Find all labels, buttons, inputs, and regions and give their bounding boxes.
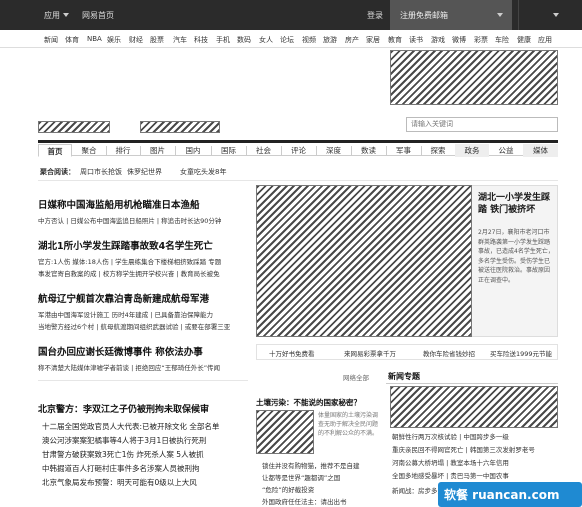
- mid-story-desc: 体量国家的土壤污染调查无助于解决全民问题的不利解公众的不满。: [318, 412, 379, 437]
- promo-link[interactable]: 买车险送1999元节能: [490, 348, 552, 358]
- channel-link[interactable]: 汽车: [173, 35, 187, 45]
- special-title[interactable]: 新闻专题: [388, 371, 420, 382]
- aggregate-link[interactable]: 周口市长抢饭: [80, 167, 122, 177]
- headline[interactable]: 湖北1所小学发生踩踏事故致4名学生死亡: [38, 238, 213, 252]
- feature-title[interactable]: 湖北一小学发生踩踏 铁门被挤坏: [478, 192, 554, 216]
- login-link[interactable]: 登录: [367, 10, 383, 21]
- headline-related[interactable]: 中方否认 | 日媒公布中国海监追日船照片 | 称追击时长达90分钟: [38, 215, 221, 225]
- channel-link[interactable]: 教育: [388, 35, 402, 45]
- tab-item[interactable]: 媒体: [523, 144, 558, 157]
- aggregate-link[interactable]: 女童吃头发8年: [180, 167, 226, 177]
- mid-story-link[interactable]: “危险”的好截投资: [262, 484, 314, 494]
- mid-story-link[interactable]: 外国政府任任法主：请出出书: [262, 496, 347, 506]
- special-link[interactable]: 重庆亲民回不得网官死亡 | 韩国第三次发射罗老号: [392, 444, 535, 454]
- news-link[interactable]: 澳公河涉案案犯橘事等4人将于3月1日被执行死刑: [42, 435, 206, 446]
- watermark: 软餐 ruancan.com: [438, 482, 582, 507]
- headline[interactable]: 航母辽宁舰首次靠泊青岛新建成航母军港: [38, 291, 209, 305]
- tab-home[interactable]: 首页: [38, 144, 72, 157]
- headline[interactable]: 北京警方：李双江之子仍被刑拘未取保候审: [38, 402, 209, 415]
- logo-image[interactable]: [140, 121, 220, 133]
- mid-story-link[interactable]: 锁住并没有购物猫，推荐不是自建: [262, 460, 360, 470]
- special-link[interactable]: 河南公募大桥坍塌 | 教室本场十六年信用: [392, 457, 509, 467]
- top-bar: 应用 网易首页 登录 注册免费邮箱: [0, 0, 582, 30]
- register-mail-button[interactable]: 注册免费邮箱: [390, 0, 512, 30]
- channel-link[interactable]: 家居: [366, 35, 380, 45]
- channel-link[interactable]: 新闻: [44, 35, 58, 45]
- special-link[interactable]: 全国多地感受暴坏 | 贵巴马第一中国农事: [392, 470, 509, 480]
- aggregate-link[interactable]: 侏罗纪世界: [127, 167, 162, 177]
- channel-link[interactable]: 股票: [150, 35, 164, 45]
- channel-link[interactable]: 旅游: [323, 35, 337, 45]
- aggregate-label: 聚合阅读：: [40, 168, 75, 176]
- channel-link[interactable]: 车险: [495, 35, 509, 45]
- chevron-down-icon[interactable]: [497, 13, 503, 17]
- headline-related[interactable]: 官方:1人伤 媒体:18人伤 | 学生晨练集合下楼梯相挤致踩踏 专题: [38, 256, 221, 266]
- promo-bar: 十万好书免费看 来网易彩票拿千万 教你车险省钱妙招 买车险送1999元节能: [256, 344, 558, 360]
- tab-item[interactable]: 国际: [211, 144, 246, 157]
- headline[interactable]: 国台办回应谢长廷微博事件 称依法办事: [38, 344, 203, 358]
- headline-related[interactable]: 军港由中国海军设计施工 历时4年建成 | 已具备靠泊保障能力: [38, 309, 213, 319]
- news-link[interactable]: 甘肃警方破获案致3死亡1伤 炸死杀人案 5人被抓: [42, 449, 204, 460]
- channel-link[interactable]: 数码: [237, 35, 251, 45]
- chevron-down-icon[interactable]: [553, 13, 559, 17]
- tab-item[interactable]: 数读: [351, 144, 386, 157]
- promo-link[interactable]: 十万好书免费看: [269, 348, 315, 358]
- tab-item[interactable]: 探索: [421, 144, 455, 157]
- channel-link[interactable]: 房产: [345, 35, 359, 45]
- chevron-down-icon[interactable]: [63, 13, 69, 17]
- tab-item[interactable]: 评论: [281, 144, 316, 157]
- channel-nav: 新闻 体育 NBA 娱乐 财经 股票 汽车 科技 手机 数码 女人 论坛 视频 …: [0, 30, 582, 48]
- news-link[interactable]: 十二届全国党政官员人大代表:已被开除文化 全部名单: [42, 421, 219, 432]
- mid-story-image[interactable]: [256, 410, 314, 454]
- channel-link[interactable]: 微博: [452, 35, 466, 45]
- special-link[interactable]: 新闻战：房步多乐: [392, 485, 444, 495]
- tab-item[interactable]: 公益: [489, 144, 523, 157]
- mid-story-link[interactable]: 让都等是世界“趣都调”之国: [262, 472, 340, 482]
- section-tabs: 首页 聚合 排行 图片 国内 国际 社会 评论 深度 数读 军事 探索 政务 公…: [38, 140, 558, 157]
- feature-image[interactable]: [256, 185, 472, 337]
- headline[interactable]: 日媒称中国海监船用机枪瞄准日本渔船: [38, 197, 200, 211]
- channel-link[interactable]: 游戏: [431, 35, 445, 45]
- tab-item[interactable]: 图片: [140, 144, 175, 157]
- home-link[interactable]: 网易首页: [82, 10, 114, 21]
- channel-link[interactable]: 手机: [216, 35, 230, 45]
- tab-item[interactable]: 社会: [246, 144, 281, 157]
- tab-item[interactable]: 政务: [455, 144, 489, 157]
- headline-related[interactable]: 当地警方经过6个村 | 航母航渡期间组织武器试验 | 或要在部署三亚: [38, 321, 230, 331]
- tab-item[interactable]: 国内: [175, 144, 211, 157]
- channel-link[interactable]: 女人: [259, 35, 273, 45]
- channel-link[interactable]: 彩票: [474, 35, 488, 45]
- channel-link[interactable]: 娱乐: [107, 35, 121, 45]
- news-link[interactable]: 中韩掘道百人打砸村庄事件多名涉案人员被刑拘: [42, 463, 200, 474]
- news-link[interactable]: 北京气象局发布预警：明天可能有0级以上大风: [42, 477, 197, 488]
- special-link[interactable]: 朝鲜性行两万次核试验 | 中国跨步多一级: [392, 431, 509, 441]
- channel-link[interactable]: 论坛: [280, 35, 294, 45]
- tab-item[interactable]: 聚合: [72, 144, 106, 157]
- channel-link[interactable]: 视频: [302, 35, 316, 45]
- channel-link[interactable]: 体育: [65, 35, 79, 45]
- channel-link[interactable]: 科技: [194, 35, 208, 45]
- special-image[interactable]: [390, 386, 558, 428]
- headline-related[interactable]: 事发官寄自救案的成 | 校方称学生拥开学校兴奋 | 教育局长被免: [38, 268, 220, 278]
- logo-image[interactable]: [38, 121, 110, 133]
- feature-panel: 湖北一小学发生踩踏 铁门被挤坏 2月27日，襄阳市老河口市群英路袭第一小学发生踩…: [472, 185, 558, 337]
- header-ad-image[interactable]: [390, 50, 558, 105]
- tab-item[interactable]: 排行: [106, 144, 140, 157]
- promo-link[interactable]: 教你车险省钱妙招: [423, 348, 475, 358]
- channel-link[interactable]: 读书: [409, 35, 423, 45]
- promo-link[interactable]: 来网易彩票拿千万: [344, 348, 396, 358]
- feature-desc: 2月27日，襄阳市老河口市群英路袭第一小学发生踩踏事故，已造成4名学生死亡，多名…: [478, 229, 554, 284]
- channel-link[interactable]: 财经: [129, 35, 143, 45]
- ad-label[interactable]: 网络全部: [343, 372, 369, 382]
- tab-item[interactable]: 深度: [316, 144, 351, 157]
- tab-item[interactable]: 军事: [386, 144, 421, 157]
- app-menu[interactable]: 应用: [44, 10, 60, 21]
- search-input[interactable]: [411, 120, 551, 128]
- channel-link[interactable]: NBA: [87, 35, 102, 43]
- mid-story-title[interactable]: 土壤污染：不能说的国家秘密？: [256, 397, 361, 408]
- channel-link[interactable]: 应用: [538, 35, 552, 45]
- search-box: [406, 117, 558, 132]
- headline-related[interactable]: 称不清楚大陆媒体津嘘学者前谈 | 拒绝回应“王郁琦任外长”传闻: [38, 362, 220, 372]
- channel-link[interactable]: 健康: [517, 35, 531, 45]
